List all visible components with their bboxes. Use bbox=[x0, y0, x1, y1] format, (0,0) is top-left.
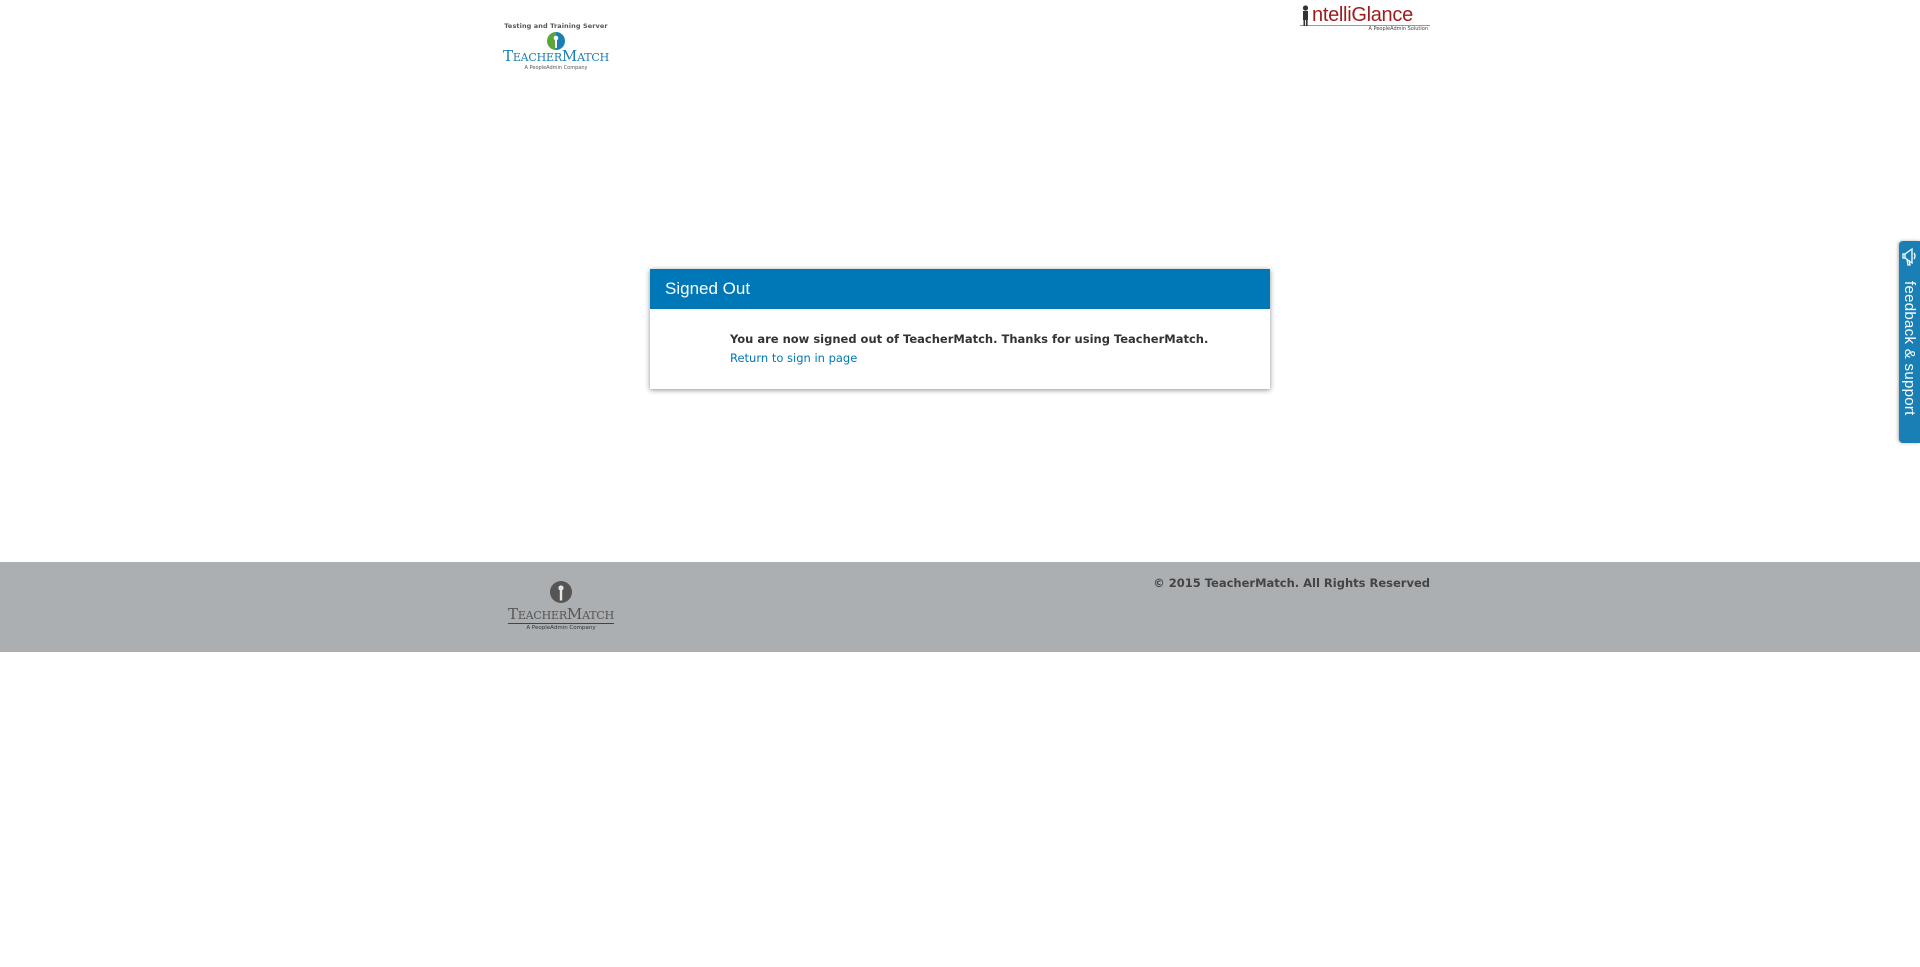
megaphone-icon bbox=[1902, 247, 1916, 266]
server-label: Testing and Training Server bbox=[504, 22, 608, 30]
panel-title: Signed Out bbox=[650, 269, 1270, 309]
footer-tagline: A PeopleAdmin Company bbox=[526, 625, 596, 631]
person-icon bbox=[1302, 5, 1309, 26]
copyright-text: © 2015 TeacherMatch. All Rights Reserved bbox=[1153, 576, 1430, 590]
footer-wordmark: TEACHERMATCH bbox=[508, 605, 614, 624]
teachermatch-logo[interactable]: Testing and Training Server TEACHERMATCH… bbox=[493, 22, 619, 71]
teachermatch-emblem-icon bbox=[550, 581, 572, 603]
intelliglance-tagline: A PeopleAdmin Solution bbox=[1368, 26, 1428, 32]
signed-out-panel: Signed Out You are now signed out of Tea… bbox=[650, 269, 1270, 389]
feedback-support-tab[interactable]: feedback & support bbox=[1899, 241, 1920, 443]
signed-out-message: You are now signed out of TeacherMatch. … bbox=[730, 332, 1209, 346]
feedback-support-label: feedback & support bbox=[1901, 281, 1918, 416]
intelliglance-logo[interactable]: ntelliGlance A PeopleAdmin Solution bbox=[1300, 5, 1430, 35]
panel-body: You are now signed out of TeacherMatch. … bbox=[650, 309, 1270, 366]
footer: TEACHERMATCH A PeopleAdmin Company © 201… bbox=[0, 562, 1920, 652]
return-to-sign-in-link[interactable]: Return to sign in page bbox=[730, 351, 857, 365]
teachermatch-tagline: A PeopleAdmin Company bbox=[524, 65, 588, 71]
footer-teachermatch-logo: TEACHERMATCH A PeopleAdmin Company bbox=[495, 580, 627, 632]
teachermatch-wordmark: TEACHERMATCH bbox=[503, 47, 609, 65]
intelliglance-wordmark: ntelliGlance bbox=[1300, 5, 1430, 26]
